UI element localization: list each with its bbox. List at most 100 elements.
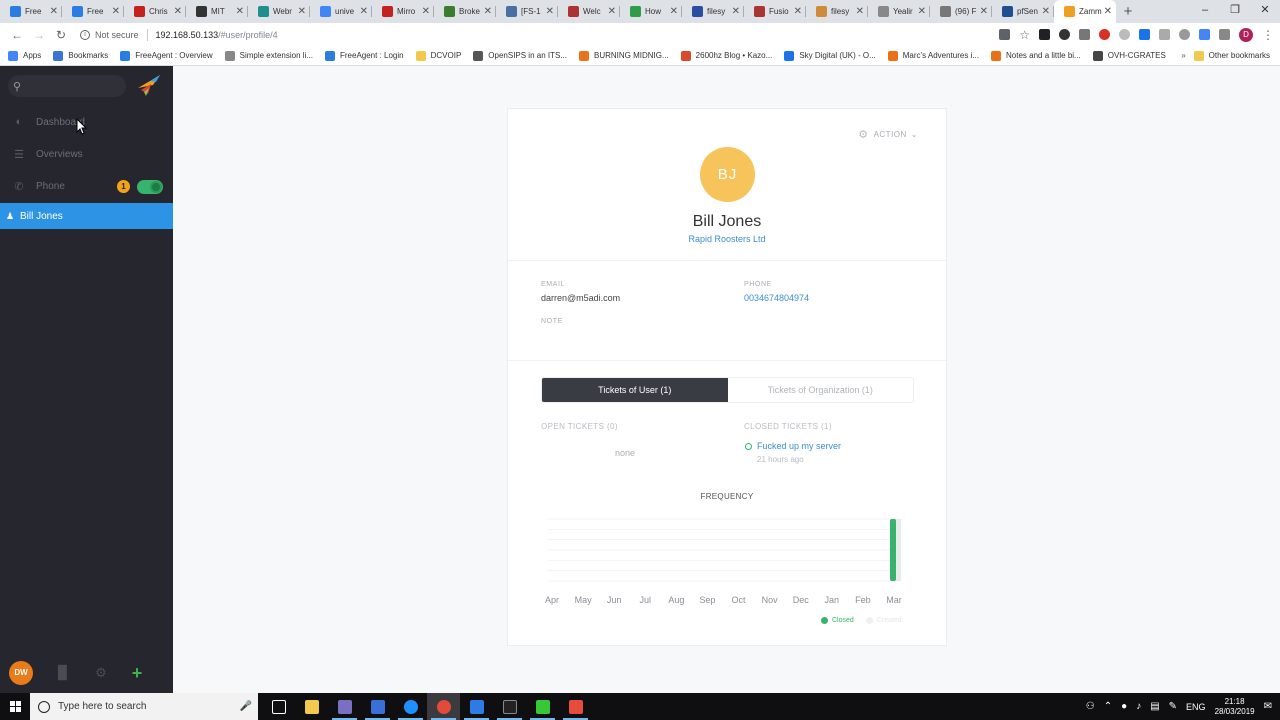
chevron-up-icon[interactable]: ⌃ bbox=[1104, 701, 1112, 712]
bookmark-item[interactable]: OpenSIPS in an ITS... bbox=[473, 50, 567, 61]
bookmark-item[interactable]: FreeAgent : Login bbox=[325, 50, 404, 61]
tab-close-icon[interactable]: ✕ bbox=[1104, 6, 1112, 17]
info-icon[interactable]: i bbox=[80, 29, 90, 40]
taskbar-app-icon[interactable] bbox=[460, 693, 493, 720]
tab-tickets-of-user[interactable]: Tickets of User (1) bbox=[542, 378, 728, 402]
sidebar-item-phone[interactable]: ✆ Phone 1 bbox=[0, 170, 173, 202]
taskbar-search-input[interactable]: Type here to search 🎤 bbox=[30, 693, 258, 720]
taskbar-app-icon[interactable] bbox=[526, 693, 559, 720]
browser-tab[interactable]: Chris ✕ bbox=[124, 0, 186, 23]
tab-close-icon[interactable]: ✕ bbox=[50, 6, 58, 17]
current-user-avatar[interactable]: DW bbox=[9, 661, 33, 685]
tab-tickets-of-organization[interactable]: Tickets of Organization (1) bbox=[728, 378, 914, 402]
browser-tab[interactable]: Fusio ✕ bbox=[744, 0, 806, 23]
phone-toggle[interactable] bbox=[137, 180, 163, 194]
close-window-button[interactable]: ✕ bbox=[1250, 0, 1280, 23]
chrome-icon[interactable] bbox=[427, 693, 460, 720]
reload-button[interactable]: ↻ bbox=[50, 28, 72, 42]
tab-close-icon[interactable]: ✕ bbox=[298, 6, 306, 17]
taskbar-app-icon[interactable] bbox=[361, 693, 394, 720]
email-value[interactable]: darren@m5adi.com bbox=[541, 293, 620, 303]
tab-close-icon[interactable]: ✕ bbox=[484, 6, 492, 17]
browser-tab[interactable]: filesy ✕ bbox=[682, 0, 744, 23]
tab-close-icon[interactable]: ✕ bbox=[856, 6, 864, 17]
pen-icon[interactable]: ✎ bbox=[1169, 701, 1177, 712]
browser-tab[interactable]: Zamm ✕ bbox=[1054, 0, 1116, 23]
bar-closed[interactable] bbox=[890, 519, 896, 581]
note-label[interactable]: NOTE bbox=[541, 318, 563, 325]
tab-close-icon[interactable]: ✕ bbox=[670, 6, 678, 17]
browser-tab[interactable]: pfSen ✕ bbox=[992, 0, 1054, 23]
profile-avatar[interactable]: D bbox=[1239, 27, 1253, 42]
sidebar-item-user-tab[interactable]: ♟ Bill Jones bbox=[0, 203, 173, 229]
forward-button[interactable]: → bbox=[28, 28, 50, 42]
key-icon[interactable] bbox=[999, 29, 1011, 40]
terminal-icon[interactable] bbox=[493, 693, 526, 720]
tab-close-icon[interactable]: ✕ bbox=[360, 6, 368, 17]
tab-close-icon[interactable]: ✕ bbox=[422, 6, 430, 17]
taskbar-app-icon[interactable] bbox=[328, 693, 361, 720]
sidebar-item-overviews[interactable]: ☰ Overviews bbox=[0, 138, 173, 170]
minimize-button[interactable]: – bbox=[1190, 0, 1220, 23]
start-button[interactable] bbox=[0, 693, 30, 720]
gear-icon[interactable]: ⚙ bbox=[93, 665, 109, 681]
tab-close-icon[interactable]: ✕ bbox=[608, 6, 616, 17]
bookmark-item[interactable]: FreeAgent : Overview bbox=[120, 50, 213, 61]
browser-tab[interactable]: Free ✕ bbox=[0, 0, 62, 23]
user-avatar[interactable]: BJ bbox=[700, 147, 755, 202]
extension-icon[interactable] bbox=[1219, 29, 1230, 40]
legend-item-created[interactable]: Created bbox=[865, 617, 902, 624]
browser-tab[interactable]: Welc ✕ bbox=[558, 0, 620, 23]
task-view-icon[interactable] bbox=[262, 693, 295, 720]
bookmark-item[interactable]: OVH-CGRATES bbox=[1092, 50, 1166, 61]
extension-icon[interactable] bbox=[1039, 29, 1050, 40]
tab-close-icon[interactable]: ✕ bbox=[918, 6, 926, 17]
menu-icon[interactable]: ⋮ bbox=[1262, 28, 1274, 42]
extension-icon[interactable] bbox=[1199, 29, 1210, 40]
new-tab-button[interactable]: + bbox=[1116, 0, 1140, 23]
search-input[interactable]: ⚲ bbox=[8, 75, 126, 97]
adblock-icon[interactable] bbox=[1099, 29, 1110, 40]
back-button[interactable]: ← bbox=[6, 28, 28, 42]
bookmark-item[interactable]: Marc's Adventures i... bbox=[887, 50, 979, 61]
url-field[interactable]: i Not secure 192.168.50.133/#user/profil… bbox=[80, 28, 278, 41]
browser-tab[interactable]: Broke ✕ bbox=[434, 0, 496, 23]
tab-close-icon[interactable]: ✕ bbox=[236, 6, 244, 17]
browser-tab[interactable]: unive ✕ bbox=[310, 0, 372, 23]
clock[interactable]: 21:18 28/03/2019 bbox=[1215, 697, 1255, 717]
extension-icon[interactable] bbox=[1059, 29, 1070, 40]
browser-tab[interactable]: Free ✕ bbox=[62, 0, 124, 23]
bookmark-item[interactable]: Sky Digital (UK) - O... bbox=[784, 50, 876, 61]
extension-icon[interactable] bbox=[1139, 29, 1150, 40]
bookmark-item[interactable]: Bookmarks bbox=[53, 50, 108, 61]
organization-link[interactable]: Rapid Roosters Ltd bbox=[508, 234, 946, 244]
notifications-icon[interactable]: ✉ bbox=[1264, 701, 1272, 712]
bookmark-item[interactable]: Notes and a little bi... bbox=[991, 50, 1081, 61]
extension-icon[interactable] bbox=[1179, 29, 1190, 40]
extension-icon[interactable] bbox=[1119, 29, 1130, 40]
browser-tab[interactable]: Webr ✕ bbox=[248, 0, 310, 23]
bookmarks-overflow-icon[interactable]: » bbox=[1181, 51, 1185, 60]
volume-icon[interactable]: ♪ bbox=[1136, 701, 1141, 712]
tab-close-icon[interactable]: ✕ bbox=[112, 6, 120, 17]
new-ticket-plus-icon[interactable]: + bbox=[129, 663, 145, 683]
reports-icon[interactable]: ▉ bbox=[55, 665, 71, 681]
browser-tab[interactable]: How ✕ bbox=[620, 0, 682, 23]
tab-close-icon[interactable]: ✕ bbox=[546, 6, 554, 17]
restore-button[interactable]: ❐ bbox=[1220, 0, 1250, 23]
extension-icon[interactable] bbox=[1079, 29, 1090, 40]
tab-close-icon[interactable]: ✕ bbox=[732, 6, 740, 17]
browser-tab[interactable]: Mirro ✕ bbox=[372, 0, 434, 23]
microphone-icon[interactable]: 🎤 bbox=[240, 701, 252, 712]
people-icon[interactable]: ⚇ bbox=[1086, 701, 1095, 712]
microphone-tray-icon[interactable]: ● bbox=[1121, 701, 1127, 712]
tab-close-icon[interactable]: ✕ bbox=[980, 6, 988, 17]
closed-ticket-link[interactable]: Fucked up my server bbox=[745, 441, 841, 451]
bookmark-item[interactable]: BURNING MIDNIG... bbox=[579, 50, 669, 61]
bookmark-item[interactable]: Apps bbox=[8, 50, 41, 61]
extension-icon[interactable] bbox=[1159, 29, 1170, 40]
zammad-logo-icon[interactable] bbox=[136, 72, 162, 98]
browser-tab[interactable]: filesy ✕ bbox=[806, 0, 868, 23]
tab-close-icon[interactable]: ✕ bbox=[794, 6, 802, 17]
taskbar-app-icon[interactable] bbox=[394, 693, 427, 720]
